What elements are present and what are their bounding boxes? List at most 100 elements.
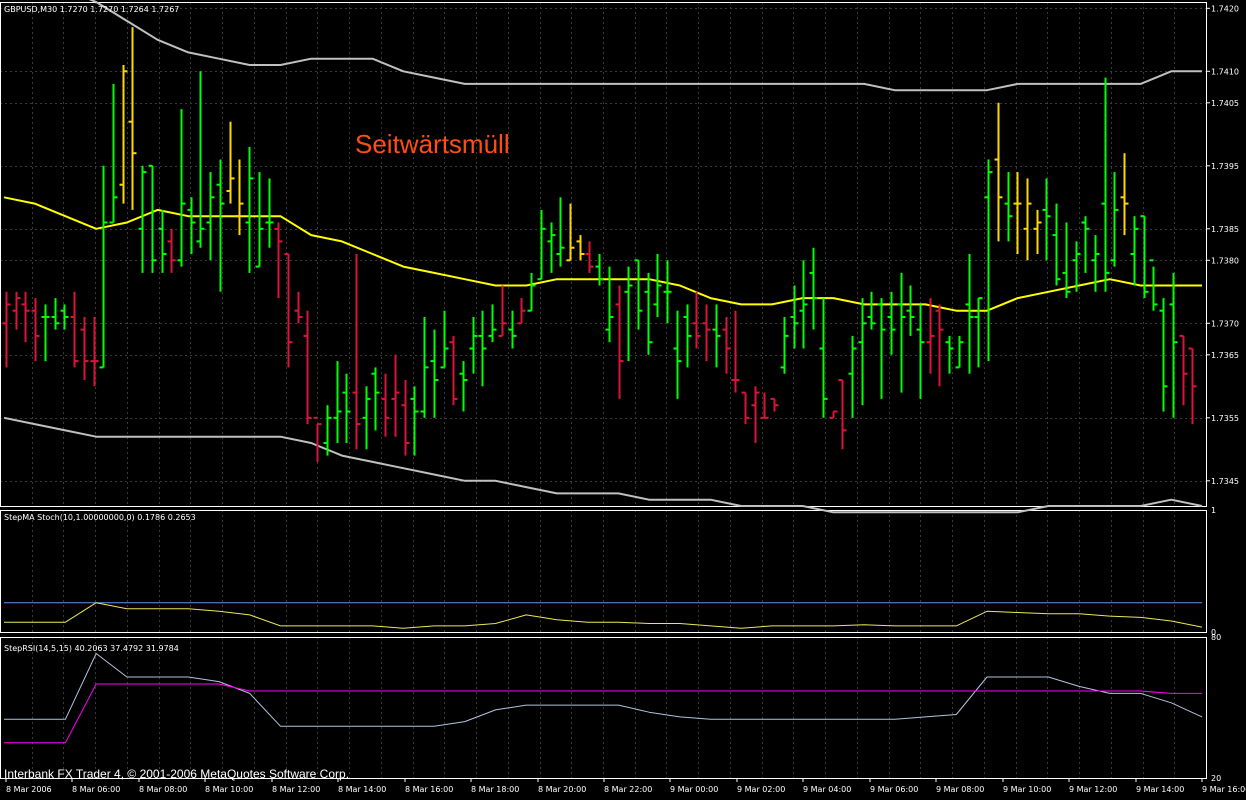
price-bar: [887, 291, 896, 355]
price-tick-label: 1.7370: [1211, 319, 1239, 328]
price-bar: [1120, 153, 1129, 236]
price-bar: [352, 254, 361, 450]
price-tick-label: 1.7405: [1211, 99, 1239, 108]
price-tick-label: 1.7380: [1211, 256, 1239, 265]
annotation-label: Seitwärtsmüll: [355, 129, 510, 159]
price-bar: [848, 335, 857, 418]
price-bar: [906, 285, 915, 336]
price-bar: [381, 373, 390, 437]
price-bar: [294, 291, 303, 324]
price-bar: [391, 354, 400, 437]
price-tick-label: 1.7385: [1211, 225, 1239, 234]
price-bars: [2, 27, 1197, 462]
price-bar: [51, 298, 60, 330]
price-bar: [226, 121, 235, 204]
price-bar: [877, 298, 886, 399]
price-bar: [537, 209, 546, 281]
price-bar: [187, 197, 196, 254]
price-bar: [2, 291, 11, 368]
price-bar: [177, 109, 186, 267]
price-bar: [595, 254, 604, 286]
time-tick-label: 9 Mar 06:00: [870, 785, 918, 794]
price-bar: [303, 310, 312, 425]
price-bar: [128, 27, 137, 210]
footer-copyright: Interbank FX Trader 4, © 2001-2006 MetaQ…: [4, 767, 349, 781]
price-bar: [80, 317, 89, 380]
price-bar: [1130, 216, 1139, 286]
time-tick-label: 9 Mar 16:00: [1202, 785, 1246, 794]
price-bar: [167, 228, 176, 273]
stoch-header: StepMA Stoch(10,1.00000000,0) 0.1786 0.2…: [4, 513, 196, 522]
price-bar: [148, 164, 157, 273]
price-bar: [313, 416, 322, 462]
price-bar: [420, 317, 429, 418]
time-tick-label: 9 Mar 08:00: [936, 785, 984, 794]
price-bar: [722, 317, 731, 374]
price-bar: [1179, 334, 1188, 406]
price-bar: [1033, 209, 1042, 254]
price-bar: [605, 266, 614, 343]
time-tick-label: 8 Mar 22:00: [604, 785, 652, 794]
price-bar: [780, 317, 789, 374]
price-bar: [702, 304, 711, 362]
price-bar: [12, 291, 21, 330]
time-tick-label: 8 Mar 20:00: [538, 785, 586, 794]
price-bar: [692, 291, 701, 349]
price-bar: [858, 298, 867, 406]
time-tick-label: 8 Mar 10:00: [205, 785, 253, 794]
price-bar: [41, 304, 50, 362]
price-bar: [265, 178, 274, 248]
price-bar: [245, 146, 254, 273]
price-bar: [517, 298, 526, 325]
rsi-header: StepRSI(14,5,15) 40.2063 37.4792 31.9784: [4, 644, 179, 653]
price-bar: [751, 386, 760, 443]
price-bar: [974, 297, 983, 368]
price-bar: [663, 260, 672, 324]
price-tick-label: 1.7365: [1211, 351, 1239, 360]
chart-canvas: 1.7420 1.7410 1.7405 1.7395 1.7385 1.7380 1.73…: [0, 0, 1246, 794]
price-bar: [508, 310, 517, 349]
price-bar: [138, 165, 147, 273]
price-bar: [109, 83, 118, 224]
price-bar: [935, 304, 944, 387]
price-bar: [916, 304, 925, 399]
time-tick-label: 9 Mar 00:00: [670, 785, 718, 794]
price-tick-label: 1.7420: [1211, 4, 1239, 13]
price-bar: [235, 159, 244, 236]
indicator-tick-label-2: 80: [1211, 633, 1221, 642]
price-bar: [119, 65, 128, 204]
time-tick-label: 8 Mar 14:00: [338, 785, 386, 794]
price-bar: [449, 335, 458, 406]
price-bar: [955, 335, 964, 369]
price-bar: [576, 235, 585, 261]
price-tick-label: 1.7355: [1211, 414, 1239, 423]
price-bar: [926, 298, 935, 374]
price-bar: [1052, 203, 1061, 286]
time-tick-label: 8 Mar 06:00: [72, 785, 120, 794]
price-bar: [741, 391, 750, 425]
price-header: GBPUSD,M30 1.7270 1.7270 1.7264 1.7267: [4, 5, 179, 14]
price-bar: [644, 272, 653, 355]
time-tick-label: 9 Mar 02:00: [737, 785, 785, 794]
price-bar: [196, 71, 205, 248]
price-bar: [770, 397, 779, 412]
time-tick-label: 8 Mar 12:00: [272, 785, 320, 794]
price-bar: [566, 203, 575, 262]
price-bar: [371, 367, 380, 431]
price-bar: [547, 222, 556, 273]
price-bar: [60, 304, 69, 330]
price-bar: [1081, 216, 1090, 273]
rsi-line-0: [4, 653, 1203, 727]
price-bar: [731, 310, 740, 393]
price-bar: [1013, 172, 1022, 254]
price-bar: [819, 298, 828, 418]
price-bar: [867, 291, 876, 330]
price-bar: [615, 285, 624, 399]
price-bar: [478, 310, 487, 387]
price-bar: [459, 361, 468, 412]
price-bar: [799, 260, 808, 349]
price-bar: [1023, 178, 1032, 261]
time-tick-label: 8 Mar 2006: [6, 785, 52, 794]
price-bar: [994, 102, 1003, 242]
price-bar: [624, 266, 633, 362]
